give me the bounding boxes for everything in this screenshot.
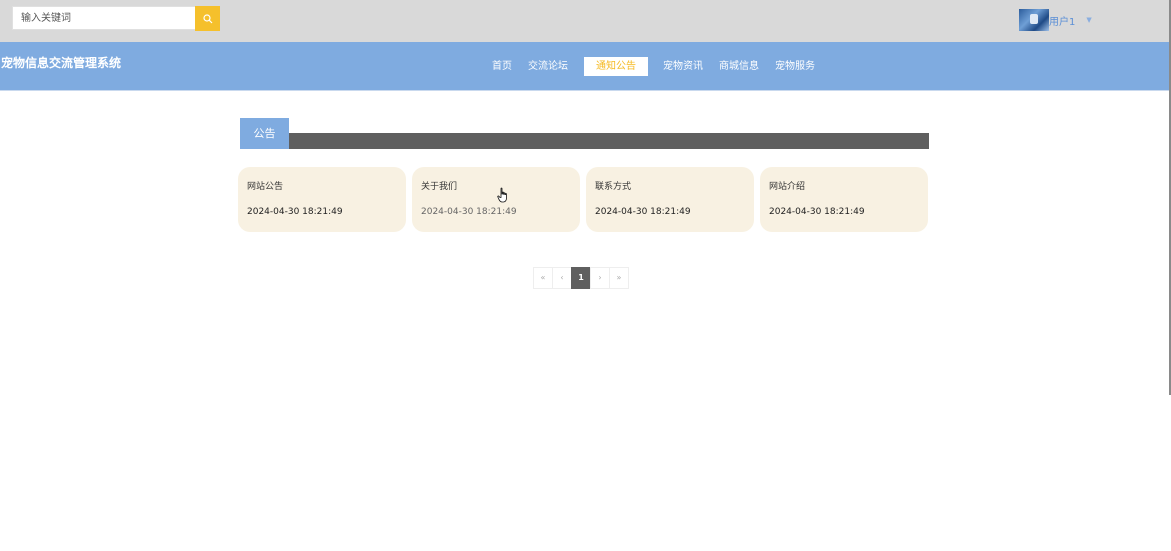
section-title: 公告 — [240, 118, 289, 149]
notice-date: 2024-04-30 18:21:49 — [421, 207, 517, 217]
search-input[interactable] — [12, 6, 196, 30]
site-title: 宠物信息交流管理系统 — [1, 56, 122, 70]
avatar[interactable] — [1019, 9, 1049, 31]
search-icon — [202, 13, 212, 23]
user-name[interactable]: 用户1 — [1049, 13, 1075, 28]
first-page-button[interactable]: « — [533, 267, 553, 289]
nav-item-home[interactable]: 首页 — [487, 57, 517, 76]
main-nav: 首页 交流论坛 通知公告 宠物资讯 商城信息 宠物服务 — [487, 56, 826, 76]
notice-card[interactable]: 网站介绍 2024-04-30 18:21:49 — [760, 167, 928, 232]
notice-date: 2024-04-30 18:21:49 — [595, 207, 691, 217]
nav-item-forum[interactable]: 交流论坛 — [523, 57, 573, 76]
current-page-button[interactable]: 1 — [571, 267, 591, 289]
search-button[interactable] — [195, 6, 220, 31]
hand-cursor-icon — [497, 187, 507, 203]
notice-card[interactable]: 关于我们 2024-04-30 18:21:49 — [412, 167, 580, 232]
nav-item-notice[interactable]: 通知公告 — [584, 56, 648, 76]
top-bar: 用户1 ▼ — [0, 0, 1169, 42]
prev-page-button[interactable]: ‹ — [552, 267, 572, 289]
notice-card[interactable]: 联系方式 2024-04-30 18:21:49 — [586, 167, 754, 232]
pagination: « ‹ 1 › » — [533, 267, 629, 289]
notice-title: 联系方式 — [595, 182, 632, 192]
notice-list: 网站公告 2024-04-30 18:21:49 关于我们 2024-04-30… — [238, 167, 934, 232]
notice-title: 网站介绍 — [769, 182, 806, 192]
notice-title: 关于我们 — [421, 182, 458, 192]
last-page-button[interactable]: » — [609, 267, 629, 289]
section-divider — [289, 133, 929, 149]
user-menu[interactable]: 用户1 ▼ — [1019, 8, 1092, 32]
nav-item-pet-news[interactable]: 宠物资讯 — [658, 57, 708, 76]
chevron-down-icon[interactable]: ▼ — [1086, 16, 1091, 24]
next-page-button[interactable]: › — [590, 267, 610, 289]
notice-title: 网站公告 — [247, 182, 284, 192]
notice-card[interactable]: 网站公告 2024-04-30 18:21:49 — [238, 167, 406, 232]
site-header: 宠物信息交流管理系统 首页 交流论坛 通知公告 宠物资讯 商城信息 宠物服务 — [0, 42, 1169, 91]
notice-date: 2024-04-30 18:21:49 — [247, 207, 343, 217]
notice-date: 2024-04-30 18:21:49 — [769, 207, 865, 217]
nav-item-pet-service[interactable]: 宠物服务 — [770, 57, 820, 76]
nav-item-shop[interactable]: 商城信息 — [714, 57, 764, 76]
